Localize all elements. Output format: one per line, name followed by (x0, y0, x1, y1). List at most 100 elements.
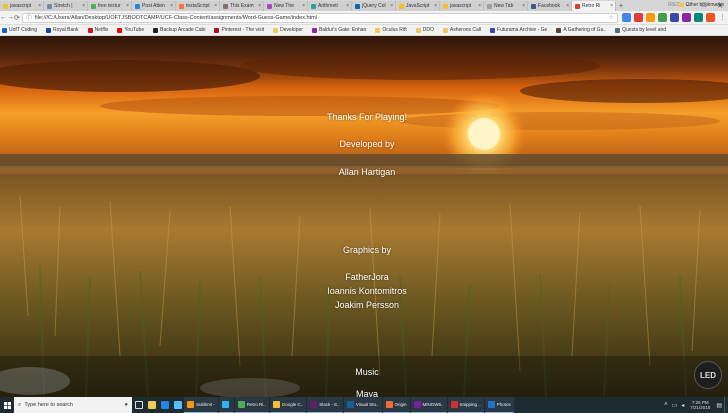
taskbar-app-button[interactable]: Snipping .. (447, 397, 484, 413)
new-tab-button[interactable]: + (616, 1, 626, 11)
browser-tab[interactable]: Arithmeti × (308, 1, 352, 11)
taskbar-app-button[interactable] (218, 397, 234, 413)
tab-favicon-icon (223, 3, 228, 9)
browser-tab[interactable]: Facebook × (528, 1, 572, 11)
led-badge[interactable]: LED (694, 361, 722, 389)
bookmark-item[interactable]: YouTube (115, 27, 144, 33)
taskbar-app-button[interactable]: Retro Ri.. (234, 397, 269, 413)
volume-icon[interactable]: ◂ (681, 402, 684, 409)
tab-close-icon[interactable]: × (302, 3, 305, 9)
developed-by-heading: Developed by (339, 139, 395, 149)
bookmark-item[interactable]: Baldur's Gate: Enhan (310, 27, 366, 33)
browser-tab[interactable]: Stretch | × (44, 1, 88, 11)
tab-close-icon[interactable]: × (214, 3, 217, 9)
tab-close-icon[interactable]: × (258, 3, 261, 9)
bookmark-label: Asherons Call (449, 27, 482, 33)
info-icon[interactable]: ⓘ (26, 13, 32, 22)
tab-close-icon[interactable]: × (38, 3, 41, 9)
other-bookmarks[interactable]: Other bookmarks (677, 2, 724, 8)
forward-icon[interactable]: → (7, 12, 14, 24)
bookmark-item[interactable]: Asherons Call (441, 27, 481, 33)
tab-close-icon[interactable]: × (478, 3, 481, 9)
edge-icon[interactable] (158, 397, 171, 413)
tab-close-icon[interactable]: × (610, 3, 613, 9)
bookmark-label: Netflix (94, 27, 109, 33)
tab-label: New Tab (494, 3, 514, 9)
taskbar-app-button[interactable]: Origin (382, 397, 410, 413)
taskbar-app-button[interactable]: Sublimit - (184, 397, 218, 413)
extension-icon[interactable] (705, 13, 715, 22)
clock[interactable]: 7:26 PM 7/21/2018 (690, 400, 710, 410)
tab-favicon-icon (311, 3, 316, 9)
taskbar-search-input[interactable]: ⌕ Type here to search ● (14, 397, 132, 413)
taskbar-app-button[interactable]: Slack - E.. (307, 397, 343, 413)
bookmark-item[interactable]: Royal Bank (44, 27, 79, 33)
extension-icon[interactable] (693, 13, 703, 22)
bookmark-item[interactable]: Backup Arcade Cabi (151, 27, 205, 33)
browser-tab[interactable]: New Tab × (484, 1, 528, 11)
tab-favicon-icon (3, 3, 8, 9)
store-icon[interactable] (171, 397, 184, 413)
tab-close-icon[interactable]: × (434, 3, 437, 9)
notifications-icon[interactable]: ▤ (716, 402, 722, 409)
tab-close-icon[interactable]: × (346, 3, 349, 9)
tab-close-icon[interactable]: × (170, 3, 173, 9)
microphone-icon[interactable]: ● (124, 402, 128, 408)
address-bar[interactable]: ⓘ file:///C:/Users/Allan/Desktop/UOFTJSB… (21, 12, 618, 23)
bookmark-item[interactable]: UofT Coding (0, 27, 37, 33)
bookmark-item[interactable]: A Gathering of Gu.. (554, 27, 606, 33)
browser-tab[interactable]: This Exam × (220, 1, 264, 11)
tab-label: Post Atten (142, 3, 165, 9)
browser-tab[interactable]: Post Atten × (132, 1, 176, 11)
bookmark-icon (490, 27, 496, 33)
tab-close-icon[interactable]: × (82, 3, 85, 9)
extension-icon[interactable] (633, 13, 643, 22)
extension-icon[interactable] (669, 13, 679, 22)
taskbar-app-button[interactable]: Google C.. (269, 397, 307, 413)
menu-dots-icon[interactable]: ⋮ (718, 13, 727, 22)
show-desktop-button[interactable] (724, 397, 728, 413)
tab-close-icon[interactable]: × (126, 3, 129, 9)
tab-close-icon[interactable]: × (390, 3, 393, 9)
taskbar-app-button[interactable]: Photos (484, 397, 514, 413)
bookmark-item[interactable]: Pinterest - The visit (212, 27, 264, 33)
bookmark-item[interactable]: Developer (271, 27, 303, 33)
search-icon: ⌕ (18, 401, 22, 408)
app-icon (187, 401, 194, 408)
browser-tab[interactable]: New The × (264, 1, 308, 11)
bookmark-item[interactable]: Futurama Archive - Ge (488, 27, 547, 33)
task-view-icon[interactable] (132, 397, 145, 413)
bookmark-label: Backup Arcade Cabi (160, 27, 206, 33)
bookmark-item[interactable]: DDO (414, 27, 434, 33)
tab-label: javascript (10, 3, 32, 9)
browser-tab[interactable]: Retro Ri × (572, 1, 616, 11)
extension-icon[interactable] (657, 13, 667, 22)
file-explorer-icon[interactable] (145, 397, 158, 413)
app-icon (487, 401, 495, 408)
taskbar-app-button[interactable]: MINGW6.. (410, 397, 447, 413)
bookmark-star-icon[interactable]: ☆ (608, 14, 613, 21)
browser-tab[interactable]: JavaScript × (396, 1, 440, 11)
extension-icon[interactable] (681, 13, 691, 22)
reload-icon[interactable]: ⟳ (14, 12, 20, 24)
tab-close-icon[interactable]: × (566, 3, 569, 9)
bookmarks-bar: UofT Coding Royal Bank Netflix YouTube Backu… (0, 25, 728, 36)
tab-close-icon[interactable]: × (522, 3, 525, 9)
network-icon[interactable]: ▭ (672, 402, 678, 409)
bookmark-item[interactable]: Oculus Rift (373, 27, 407, 33)
bookmark-item[interactable]: Quests by level and (613, 27, 666, 33)
browser-tab[interactable]: textaScript × (176, 1, 220, 11)
browser-tab[interactable]: javascript × (440, 1, 484, 11)
bookmark-icon (375, 27, 381, 33)
browser-tab[interactable]: javascript × (0, 1, 44, 11)
tab-favicon-icon (267, 3, 272, 9)
chevron-up-icon[interactable]: ˄ (664, 402, 668, 408)
bookmark-item[interactable]: Netflix (86, 27, 109, 33)
windows-start-icon[interactable] (0, 397, 14, 413)
taskbar-app-button[interactable]: Visual Stu.. (343, 397, 382, 413)
back-icon[interactable]: ← (0, 12, 7, 24)
browser-tab[interactable]: jQuery Col × (352, 1, 396, 11)
extension-icon[interactable] (621, 13, 631, 22)
browser-tab[interactable]: free textur × (88, 1, 132, 11)
extension-icon[interactable] (645, 13, 655, 22)
